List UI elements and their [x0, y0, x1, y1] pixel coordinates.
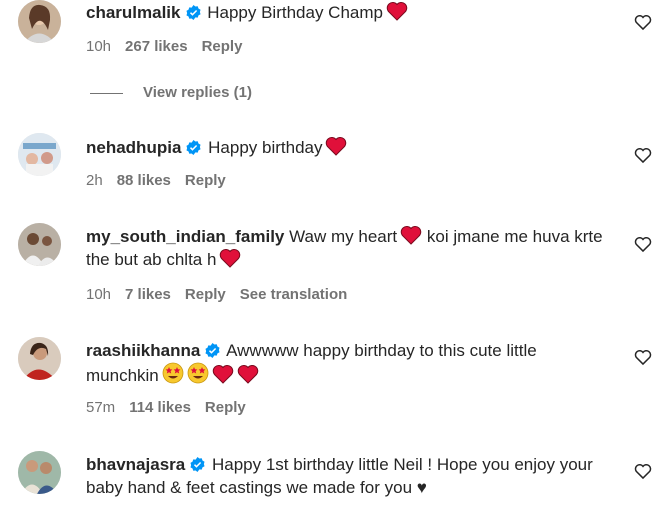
- verified-badge-icon: [186, 140, 201, 155]
- comment-time: 10h: [86, 286, 112, 303]
- view-replies-button[interactable]: View replies (1): [90, 84, 252, 101]
- comment-body-part1: Waw my heart: [289, 227, 398, 246]
- heart-like-icon[interactable]: [633, 12, 653, 32]
- divider-line: [90, 92, 123, 94]
- comment-body: Happy birthday: [208, 138, 323, 157]
- reply-button[interactable]: Reply: [185, 172, 226, 189]
- likes-count[interactable]: 267 likes: [125, 38, 188, 55]
- comment-text: charulmalik Happy Birthday Champ: [86, 1, 606, 24]
- likes-count[interactable]: 114 likes: [129, 399, 191, 416]
- red-heart-icon: [400, 225, 422, 245]
- comment-username[interactable]: raashiikhanna: [86, 341, 200, 360]
- red-heart-icon: [325, 136, 347, 156]
- comment-username[interactable]: charulmalik: [86, 3, 181, 22]
- verified-badge-icon: [185, 5, 201, 20]
- comment-meta: 2h 88 likes Reply: [86, 172, 240, 189]
- comment-time: 57m: [86, 399, 116, 416]
- heart-like-icon[interactable]: [633, 461, 653, 481]
- red-heart-icon: [212, 364, 234, 384]
- verified-badge-icon: [205, 343, 220, 358]
- avatar[interactable]: [18, 133, 61, 176]
- verified-badge-icon: [190, 457, 205, 472]
- red-heart-icon: [386, 1, 408, 21]
- comment-meta: 57m 114 likes Reply: [86, 399, 260, 416]
- heart-like-icon[interactable]: [633, 145, 653, 165]
- red-heart-icon: [219, 248, 241, 268]
- comment-time: 10h: [86, 38, 112, 55]
- likes-count[interactable]: 88 likes: [117, 172, 171, 189]
- comment-text: nehadhupia Happy birthday: [86, 136, 606, 159]
- avatar[interactable]: [18, 337, 61, 380]
- comment-username[interactable]: nehadhupia: [86, 138, 181, 157]
- likes-count[interactable]: 7 likes: [125, 286, 171, 303]
- star-struck-icon: [162, 362, 184, 384]
- comment-text: my_south_indian_family Waw my heart koi …: [86, 225, 606, 271]
- star-struck-icon: [187, 362, 209, 384]
- comment-meta: 10h 7 likes Reply See translation: [86, 286, 361, 303]
- comment-username[interactable]: bhavnajasra: [86, 455, 185, 474]
- see-translation-button[interactable]: See translation: [240, 286, 348, 303]
- avatar[interactable]: [18, 0, 61, 43]
- comment-text: bhavnajasra Happy 1st birthday little Ne…: [86, 453, 606, 499]
- reply-button[interactable]: Reply: [202, 38, 243, 55]
- comment-time: 2h: [86, 172, 103, 189]
- comment-body: Happy Birthday Champ: [207, 3, 383, 22]
- comment-username[interactable]: my_south_indian_family: [86, 227, 284, 246]
- comment-meta: 10h 267 likes Reply: [86, 38, 256, 55]
- red-heart-icon: [237, 364, 259, 384]
- reply-button[interactable]: Reply: [185, 286, 226, 303]
- avatar[interactable]: [18, 223, 61, 266]
- comment-text: raashiikhanna Awwwww happy birthday to t…: [86, 339, 606, 387]
- heart-like-icon[interactable]: [633, 234, 653, 254]
- reply-button[interactable]: Reply: [205, 399, 246, 416]
- heart-like-icon[interactable]: [633, 347, 653, 367]
- view-replies-label: View replies (1): [143, 84, 252, 101]
- avatar[interactable]: [18, 451, 61, 494]
